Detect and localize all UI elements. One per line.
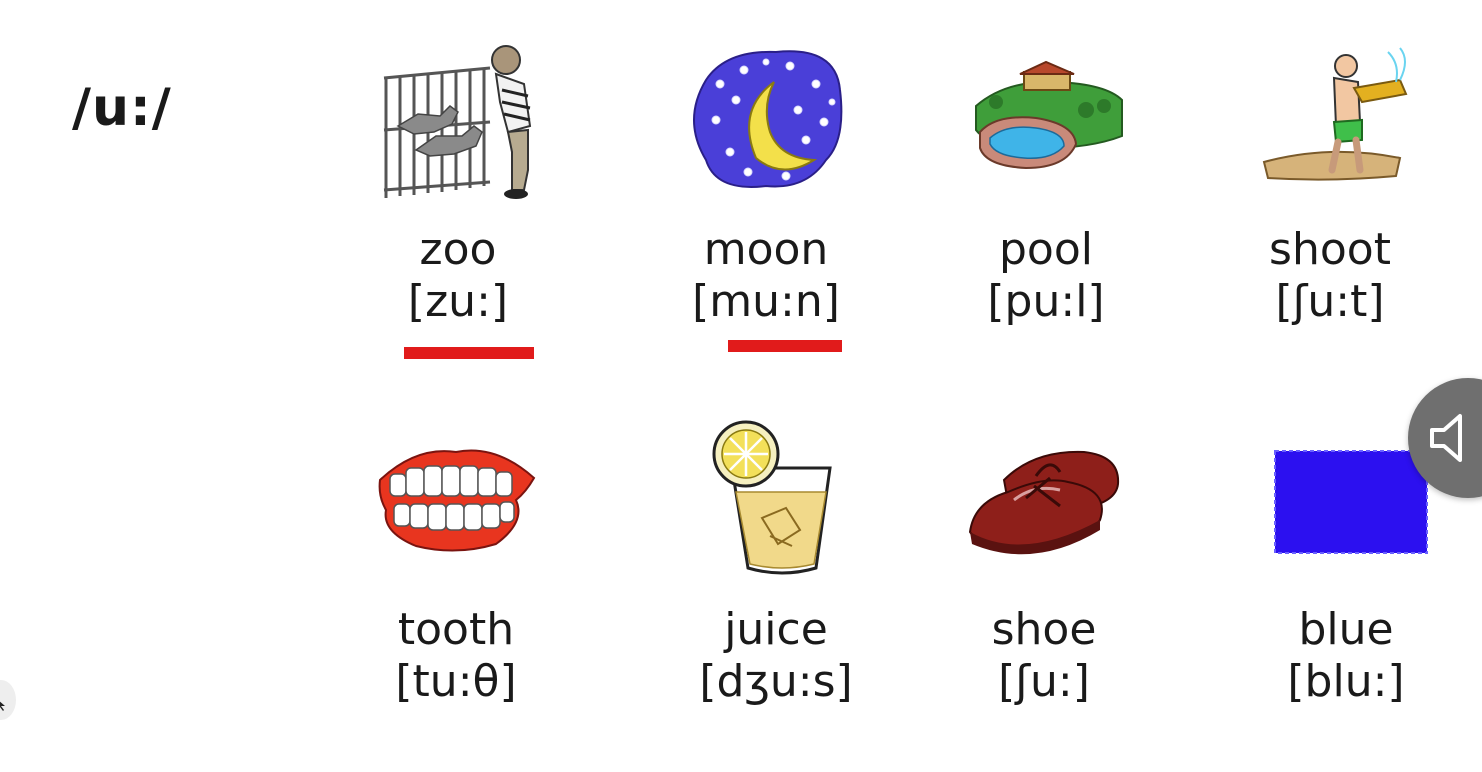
red-underline [728,340,842,352]
speaker-icon [1430,414,1462,462]
word-label: juice [724,604,828,655]
swimming-pool-icon [975,60,1123,170]
moon-stars-icon [693,50,843,188]
word-card-tooth[interactable]: tooth [tu:θ] [336,418,576,718]
pointer-icon [0,701,5,711]
ipa-label: [pu:l] [987,276,1105,327]
word-label: shoot [1269,224,1391,275]
word-label: blue [1298,604,1394,655]
lemon-juice-glass-icon [712,420,832,575]
word-card-shoe[interactable]: shoe [ʃu:] [924,418,1164,718]
word-card-shoot[interactable]: shoot [ʃu:t] [1210,40,1450,340]
ipa-label: [tu:θ] [395,656,517,707]
ipa-label: [ʃu:] [998,656,1090,707]
blue-square-icon [1274,450,1428,554]
zoo-boy-icon [383,45,532,199]
word-label: pool [999,224,1093,275]
red-underline [404,347,534,359]
shoes-icon [968,450,1120,555]
word-label: zoo [419,224,497,275]
teeth-icon [378,449,536,552]
word-card-zoo[interactable]: zoo [zu:] [338,40,578,340]
word-card-moon[interactable]: moon [mu:n] [646,40,886,340]
word-label: tooth [397,604,515,655]
ipa-label: [mu:n] [692,276,840,327]
ipa-label: [dʒu:s] [699,656,853,707]
water-gun-boy-icon [1262,47,1408,181]
word-card-pool[interactable]: pool [pu:l] [926,40,1166,340]
phoneme-title: /u:/ [72,78,172,138]
cursor-indicator [0,680,16,720]
word-label: moon [703,224,829,275]
ipa-label: [zu:] [407,276,509,327]
ipa-label: [blu:] [1287,656,1405,707]
word-card-juice[interactable]: juice [dʒu:s] [656,418,896,718]
word-label: shoe [991,604,1097,655]
ipa-label: [ʃu:t] [1275,276,1385,327]
